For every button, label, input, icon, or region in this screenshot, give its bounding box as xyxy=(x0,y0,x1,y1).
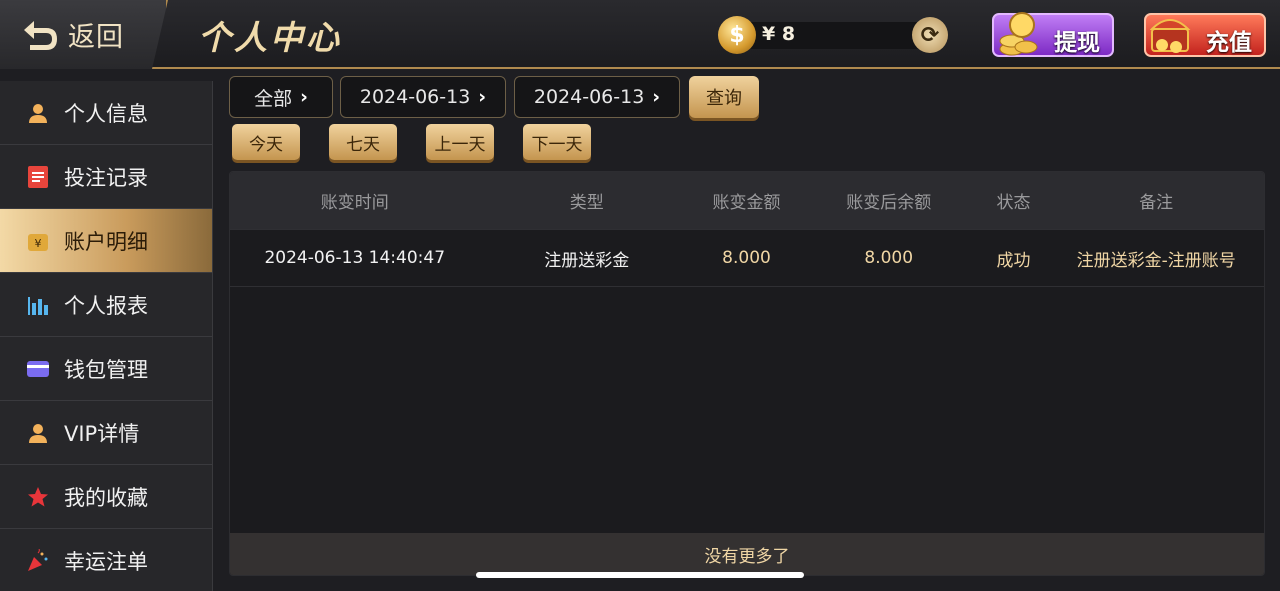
back-button[interactable]: 返回 xyxy=(0,0,168,69)
sidebar-item-account-details[interactable]: ¥ 账户明细 xyxy=(0,209,212,273)
start-date-value: 2024-06-13 xyxy=(359,86,471,108)
column-header: 账变时间 xyxy=(320,193,389,213)
treasure-chest-icon xyxy=(1150,19,1191,53)
home-indicator[interactable] xyxy=(476,572,804,578)
sidebar-item-label: 投注记录 xyxy=(64,165,148,190)
start-date-picker[interactable]: 2024-06-13 › xyxy=(340,76,506,118)
record-icon xyxy=(26,165,50,189)
table-cell: 8.000 xyxy=(722,248,771,268)
chevron-right-icon: › xyxy=(300,86,308,108)
balance-display: $ ¥ 8 ⟳ xyxy=(718,16,950,54)
bar-chart-icon xyxy=(26,293,50,317)
next-day-button[interactable]: 下一天 xyxy=(523,124,591,160)
vip-user-icon xyxy=(26,421,50,445)
back-label: 返回 xyxy=(68,22,124,53)
table-cell: 2024-06-13 14:40:47 xyxy=(264,248,446,268)
sidebar-item-personal-report[interactable]: 个人报表 xyxy=(0,273,212,337)
end-date-value: 2024-06-13 xyxy=(533,86,645,108)
sidebar-item-label: 我的收藏 xyxy=(64,485,148,510)
table-cell: 8.000 xyxy=(864,248,914,268)
sidebar-item-vip-details[interactable]: VIP详情 xyxy=(0,401,212,465)
sidebar-item-label: VIP详情 xyxy=(64,421,140,446)
sidebar-item-wallet-management[interactable]: 钱包管理 xyxy=(0,337,212,401)
coins-icon xyxy=(999,12,1038,56)
balance-amount: ¥ 8 xyxy=(762,23,796,45)
no-more-data-label: 没有更多了 xyxy=(230,533,1264,575)
sidebar-item-label: 个人信息 xyxy=(64,101,148,126)
table-header: 账变时间 类型 账变金额 账变后余额 状态 备注 xyxy=(230,172,1264,229)
column-header: 备注 xyxy=(1139,193,1174,213)
app-root: 返回 个人中心 $ ¥ 8 ⟳ 提现 充值 个人信息 投注记录 ¥ 账户明细 个… xyxy=(0,0,1280,591)
chevron-right-icon: › xyxy=(478,86,487,108)
wallet-yen-icon: ¥ xyxy=(26,229,50,253)
end-date-picker[interactable]: 2024-06-13 › xyxy=(514,76,680,118)
refresh-icon[interactable]: ⟳ xyxy=(912,17,948,53)
sidebar-item-personal-info[interactable]: 个人信息 xyxy=(0,81,212,145)
table-cell: 注册送彩金-注册账号 xyxy=(1076,250,1236,271)
type-filter-value: 全部 xyxy=(254,87,293,110)
star-icon xyxy=(26,485,50,509)
column-header: 账变金额 xyxy=(712,193,781,213)
sidebar-item-label: 钱包管理 xyxy=(64,357,148,382)
sidebar-item-label: 账户明细 xyxy=(64,229,148,254)
party-icon xyxy=(26,548,50,573)
seven-days-button[interactable]: 七天 xyxy=(329,124,397,160)
today-button[interactable]: 今天 xyxy=(232,124,300,160)
table-row: 2024-06-13 14:40:47 注册送彩金 8.000 8.000 成功… xyxy=(230,229,1264,287)
column-header: 类型 xyxy=(569,193,604,213)
sidebar-item-label: 幸运注单 xyxy=(64,549,148,574)
sidebar-item-favorites[interactable]: 我的收藏 xyxy=(0,465,212,529)
sidebar-item-lucky-bets[interactable]: 幸运注单 xyxy=(0,529,212,591)
column-header: 状态 xyxy=(996,193,1031,213)
sidebar-item-bet-records[interactable]: 投注记录 xyxy=(0,145,212,209)
withdraw-label: 提现 xyxy=(1054,30,1100,56)
back-arrow-icon xyxy=(24,20,57,50)
sidebar: 个人信息 投注记录 ¥ 账户明细 个人报表 钱包管理 VIP详情 我的收藏 幸运… xyxy=(0,81,213,591)
withdraw-button[interactable]: 提现 xyxy=(992,12,1114,57)
column-header: 账变后余额 xyxy=(846,193,932,213)
deposit-label: 充值 xyxy=(1206,30,1252,56)
previous-day-button[interactable]: 上一天 xyxy=(426,124,494,160)
coin-icon: $ xyxy=(718,16,756,54)
query-button[interactable]: 查询 xyxy=(689,76,759,118)
type-filter-select[interactable]: 全部 › xyxy=(229,76,333,118)
table-cell: 成功 xyxy=(996,250,1031,271)
chevron-right-icon: › xyxy=(652,86,661,108)
deposit-button[interactable]: 充值 xyxy=(1144,13,1266,57)
transactions-table: 账变时间 类型 账变金额 账变后余额 状态 备注 2024-06-13 14:4… xyxy=(229,171,1265,576)
sidebar-item-label: 个人报表 xyxy=(64,293,148,318)
user-icon xyxy=(26,101,50,125)
page-title: 个人中心 xyxy=(198,18,342,57)
top-header: 返回 个人中心 $ ¥ 8 ⟳ 提现 充值 xyxy=(0,0,1280,69)
svg-text:¥: ¥ xyxy=(35,237,42,250)
card-icon xyxy=(26,357,50,381)
table-cell: 注册送彩金 xyxy=(544,250,630,271)
